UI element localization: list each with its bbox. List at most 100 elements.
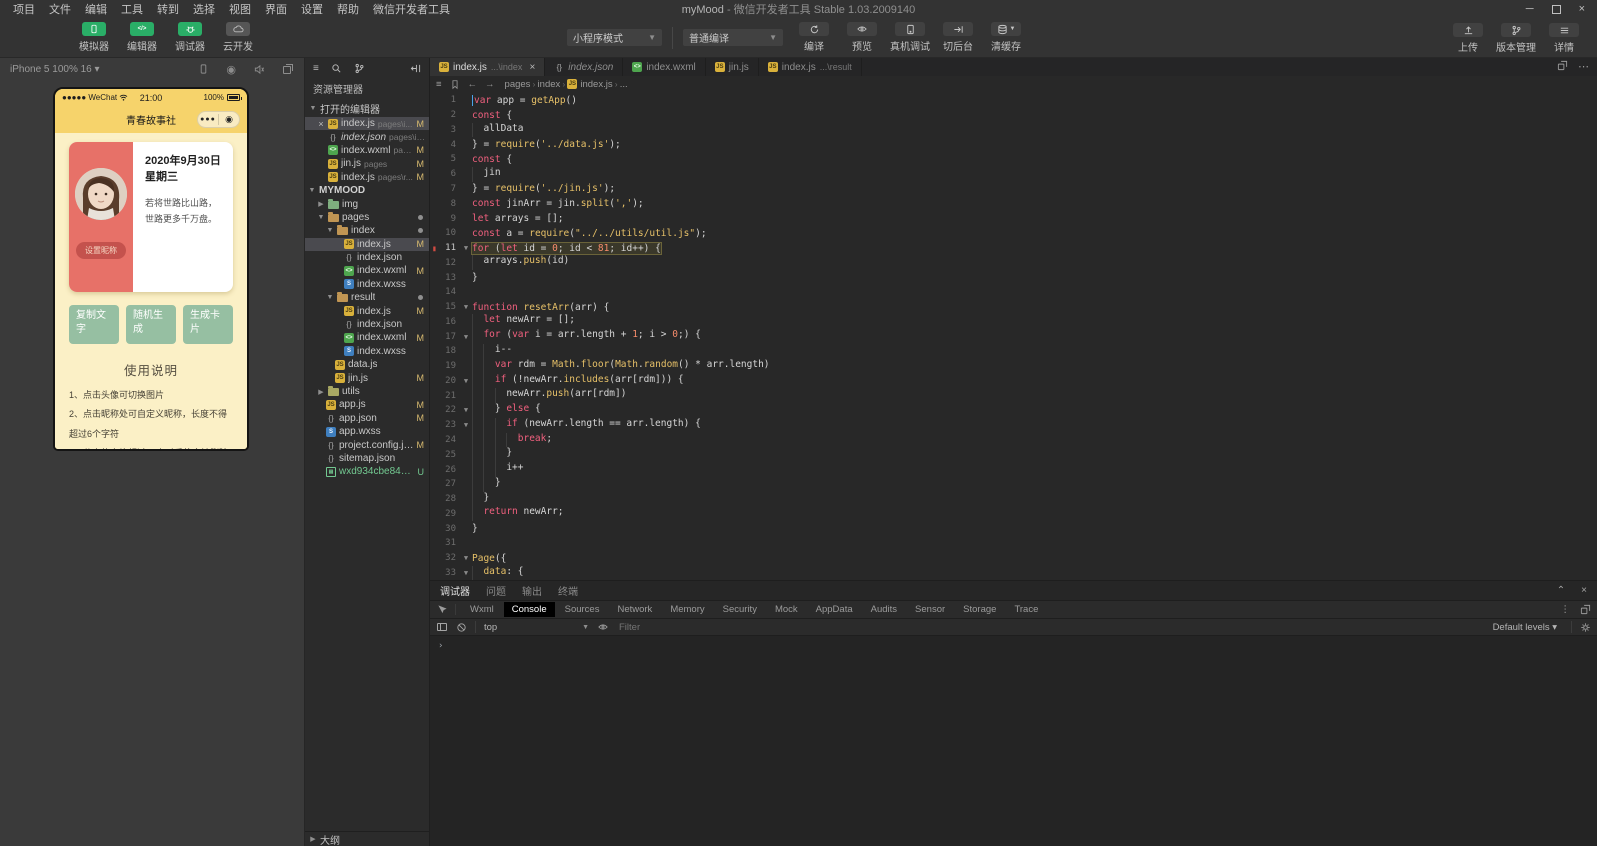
line-number[interactable]: 19 (430, 361, 460, 371)
code-editor[interactable]: 1 var app = getApp() 2 const {3 allData 4} = … (430, 92, 1597, 580)
open-editor-item[interactable]: JS jin.js pages M (305, 157, 429, 170)
line-number[interactable]: 28 (430, 494, 460, 504)
open-editor-item[interactable]: {} index.jsonpages\index (305, 130, 429, 143)
tree-item-index.wxss[interactable]: Sindex.wxss (305, 278, 429, 291)
toolbar-button-清缓存[interactable]: ▼ 清缓存 (987, 22, 1025, 53)
log-levels-select[interactable]: Default levels ▾ (1493, 622, 1557, 633)
tree-item-index.json[interactable]: {} index.json (305, 251, 429, 264)
minimize-button[interactable]: ─ (1526, 4, 1534, 15)
line-number[interactable]: 30 (430, 524, 460, 534)
menu-微信开发者工具[interactable]: 微信开发者工具 (366, 0, 457, 18)
debugger-tab-终端[interactable]: 终端 (558, 581, 578, 600)
toolbar-button-预览[interactable]: 预览 (843, 22, 881, 53)
fold-icon[interactable]: ▼ (460, 554, 472, 562)
split-editor-icon[interactable] (1557, 60, 1568, 73)
outline-list-icon[interactable]: ≡ (436, 79, 442, 90)
devtools-tab-Audits[interactable]: Audits (863, 602, 905, 617)
toolbar-button-真机调试[interactable]: 真机调试 (890, 22, 930, 53)
toolbar-button-云开发[interactable]: 云开发 (219, 22, 257, 53)
rotate-device-icon[interactable] (198, 63, 209, 75)
tree-item-MYMOOD[interactable]: ▼ MYMOOD (305, 184, 429, 197)
menu-设置[interactable]: 设置 (294, 0, 330, 18)
breadcrumb-item-index.js[interactable]: index.js (580, 79, 612, 90)
line-number[interactable]: 29 (430, 509, 460, 519)
line-number[interactable]: 10 (430, 228, 460, 238)
menu-工具[interactable]: 工具 (114, 0, 150, 18)
more-actions-icon[interactable]: ⋯ (1578, 60, 1589, 73)
tree-item-index.js[interactable]: JS index.js M (305, 304, 429, 317)
breadcrumb-item-pages[interactable]: pages (505, 79, 531, 90)
exit-icon[interactable]: ◉ (219, 115, 239, 124)
filter-input[interactable] (617, 620, 1485, 634)
line-number[interactable]: 24 (430, 435, 460, 445)
debugger-tab-问题[interactable]: 问题 (486, 581, 506, 600)
tree-item-pages[interactable]: ▼ pages (305, 211, 429, 224)
menu-视图[interactable]: 视图 (222, 0, 258, 18)
line-number[interactable]: 17 (430, 332, 460, 342)
line-number[interactable]: 3 (430, 125, 460, 135)
card-button-生成卡片[interactable]: 生成卡片 (183, 305, 233, 344)
line-number[interactable]: 9 (430, 214, 460, 224)
toolbar-button-调试器[interactable]: 调试器 (171, 22, 209, 53)
menu-文件[interactable]: 文件 (42, 0, 78, 18)
line-number[interactable]: 21 (430, 391, 460, 401)
line-number[interactable]: 13 (430, 273, 460, 283)
menu-帮助[interactable]: 帮助 (330, 0, 366, 18)
devtools-tab-Security[interactable]: Security (715, 602, 765, 617)
menu-转到[interactable]: 转到 (150, 0, 186, 18)
fold-icon[interactable]: ▼ (460, 303, 472, 311)
console-settings-icon[interactable] (1580, 622, 1591, 633)
editor-tab-index.js[interactable]: JS index.js ...\index × (430, 58, 546, 76)
breadcrumb-item-index[interactable]: index (538, 79, 561, 90)
inspect-element-icon[interactable] (436, 604, 456, 615)
tree-item-index[interactable]: ▼ index (305, 224, 429, 237)
open-editor-item[interactable]: <> index.wxml pag... M (305, 144, 429, 157)
editor-tab-index.wxml[interactable]: <> index.wxml (623, 58, 706, 76)
devtools-tab-Storage[interactable]: Storage (955, 602, 1004, 617)
file-list-icon[interactable]: ≡ (313, 63, 319, 74)
toolbar-button-详情[interactable]: 详情 (1545, 23, 1583, 54)
line-number[interactable]: 22 (430, 405, 460, 415)
line-number[interactable]: 31 (430, 538, 460, 548)
line-number[interactable]: 4 (430, 140, 460, 150)
console-sidebar-icon[interactable] (436, 621, 448, 633)
tree-item-index.wxml[interactable]: <> index.wxml M (305, 331, 429, 344)
bookmark-icon[interactable] (450, 79, 460, 90)
toolbar-button-编辑器[interactable]: </> 编辑器 (123, 22, 161, 53)
tree-item-result[interactable]: ▼ result (305, 291, 429, 304)
devtools-tab-Trace[interactable]: Trace (1006, 602, 1046, 617)
line-number[interactable]: 12 (430, 258, 460, 268)
tree-item-index.wxss[interactable]: Sindex.wxss (305, 345, 429, 358)
devtools-tab-AppData[interactable]: AppData (808, 602, 861, 617)
toolbar-button-编译[interactable]: 编译 (795, 22, 833, 53)
line-number[interactable]: 32 (430, 553, 460, 563)
compile-select[interactable]: 普通编译 ▼ (683, 29, 783, 46)
tree-item-utils[interactable]: ▶ utils (305, 385, 429, 398)
collapse-sidebar-icon[interactable] (410, 63, 421, 74)
close-file-icon[interactable]: × (317, 119, 325, 129)
debugger-tab-输出[interactable]: 输出 (522, 581, 542, 600)
toolbar-button-模拟器[interactable]: 模拟器 (75, 22, 113, 53)
tree-item-wxd934cbe8434...[interactable]: ▤ wxd934cbe8434... U (305, 465, 429, 478)
fold-icon[interactable]: ▼ (460, 333, 472, 341)
tree-item-index.wxml[interactable]: <> index.wxml M (305, 264, 429, 277)
git-branch-icon[interactable] (354, 63, 365, 74)
card-button-复制文字[interactable]: 复制文字 (69, 305, 119, 344)
line-number[interactable]: 26 (430, 465, 460, 475)
editor-tab-index.js[interactable]: JS index.js ...\result (759, 58, 862, 76)
tree-item-app.wxss[interactable]: Sapp.wxss (305, 425, 429, 438)
close-button[interactable]: × (1579, 4, 1585, 15)
line-number[interactable]: 18 (430, 346, 460, 356)
close-tab-icon[interactable]: × (529, 62, 535, 73)
fold-icon[interactable]: ▼ (460, 377, 472, 385)
line-number[interactable]: ▮ 11 (430, 243, 460, 253)
search-icon[interactable] (331, 63, 342, 74)
outline-section[interactable]: ▶ 大纲 (305, 831, 429, 846)
line-number[interactable]: 5 (430, 154, 460, 164)
forward-icon[interactable]: → (485, 79, 495, 90)
card-button-随机生成[interactable]: 随机生成 (126, 305, 176, 344)
line-number[interactable]: 7 (430, 184, 460, 194)
toolbar-button-上传[interactable]: 上传 (1449, 23, 1487, 54)
line-number[interactable]: 1 (430, 95, 460, 105)
context-select[interactable]: top ▼ (484, 622, 589, 633)
